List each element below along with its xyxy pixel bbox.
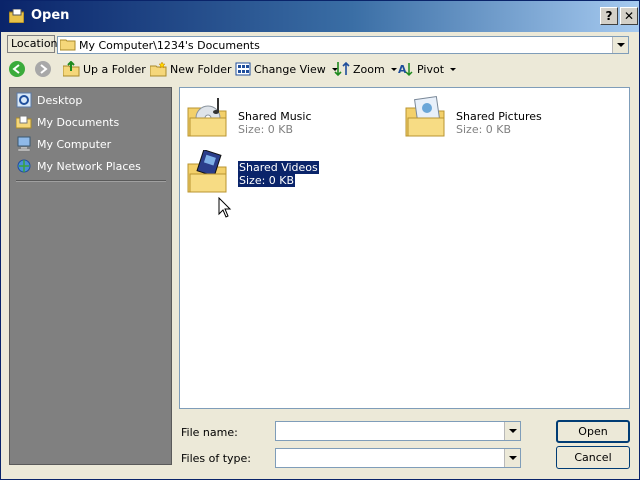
- forward-arrow-icon: [35, 61, 51, 77]
- location-combo[interactable]: My Computer\1234's Documents: [57, 36, 629, 54]
- location-label: Location: [7, 35, 58, 53]
- forward-button[interactable]: [35, 59, 51, 79]
- cancel-button[interactable]: Cancel: [556, 446, 630, 469]
- videos-folder-icon: [187, 150, 227, 193]
- up-folder-label: Up a Folder: [83, 62, 146, 76]
- title-bar[interactable]: Open ? ✕: [1, 1, 639, 32]
- sidebar-item-desktop[interactable]: Desktop: [16, 91, 82, 109]
- sidebar-item-label: Desktop: [37, 93, 83, 107]
- new-folder-icon: [150, 61, 167, 77]
- file-size: Size: 0 KB: [238, 174, 296, 187]
- pivot-label: Pivot: [417, 62, 445, 76]
- sidebar-item-label: My Network Places: [37, 159, 141, 173]
- my-documents-icon: [16, 115, 32, 129]
- file-item-shared-videos[interactable]: Shared Videos Size: 0 KB: [186, 150, 386, 198]
- location-path: My Computer\1234's Documents: [79, 39, 260, 52]
- sidebar-item-label: My Documents: [37, 115, 120, 129]
- sidebar-item-my-computer[interactable]: My Computer: [16, 135, 111, 153]
- pivot-chevron-icon: [450, 67, 457, 71]
- new-folder-button[interactable]: New Folder: [150, 59, 231, 79]
- open-dialog: Open ? ✕ Location My Computer\1234's Doc…: [0, 0, 640, 480]
- up-folder-button[interactable]: Up a Folder: [63, 59, 146, 79]
- zoom-icon: [334, 61, 350, 77]
- file-name: Shared Videos: [238, 161, 319, 174]
- file-size: Size: 0 KB: [456, 123, 512, 136]
- zoom-chevron-icon: [390, 67, 397, 71]
- window-title: Open: [31, 8, 70, 23]
- sidebar-divider: [16, 180, 166, 182]
- places-sidebar: Desktop My Documents My Computer My Netw…: [9, 87, 172, 465]
- file-size: Size: 0 KB: [238, 123, 294, 136]
- file-name-dropdown-button[interactable]: [504, 422, 520, 440]
- sidebar-item-my-documents[interactable]: My Documents: [16, 113, 119, 131]
- file-name: Shared Music: [238, 110, 312, 123]
- file-type-label: Files of type:: [181, 452, 252, 465]
- back-button[interactable]: [9, 59, 25, 79]
- pivot-icon: A: [398, 63, 413, 77]
- sidebar-item-my-network-places[interactable]: My Network Places: [16, 157, 141, 175]
- location-dropdown-button[interactable]: [612, 37, 628, 53]
- pivot-button[interactable]: A Pivot: [398, 59, 457, 79]
- file-item-shared-pictures[interactable]: Shared Pictures Size: 0 KB: [404, 94, 604, 142]
- file-type-dropdown-button[interactable]: [504, 449, 520, 467]
- open-button[interactable]: Open: [556, 420, 630, 443]
- mouse-pointer-icon: [218, 197, 232, 218]
- file-type-select[interactable]: [275, 448, 521, 468]
- sidebar-item-label: My Computer: [37, 137, 112, 151]
- up-folder-icon: [63, 61, 80, 77]
- file-name: Shared Pictures: [456, 110, 542, 123]
- pictures-folder-icon: [405, 96, 445, 137]
- file-item-shared-music[interactable]: Shared Music Size: 0 KB: [186, 94, 386, 142]
- back-arrow-icon: [9, 61, 25, 77]
- change-view-button[interactable]: Change View: [235, 59, 338, 79]
- folder-icon: [60, 39, 76, 51]
- music-folder-icon: [187, 98, 227, 137]
- toolbar: Up a Folder New Folder Change View Zoom: [1, 57, 639, 81]
- zoom-button[interactable]: Zoom: [334, 59, 397, 79]
- view-grid-icon: [235, 62, 251, 76]
- close-button[interactable]: ✕: [620, 7, 638, 25]
- file-name-input[interactable]: [275, 421, 521, 441]
- file-list[interactable]: Shared Music Size: 0 KB Shared Pictures …: [179, 87, 630, 409]
- desktop-icon: [16, 92, 32, 108]
- my-computer-icon: [17, 136, 31, 152]
- network-places-icon: [17, 159, 31, 173]
- change-view-label: Change View: [254, 62, 326, 76]
- help-button[interactable]: ?: [600, 7, 618, 25]
- app-icon: [9, 9, 24, 23]
- svg-text:A: A: [398, 63, 407, 76]
- zoom-label: Zoom: [353, 62, 385, 76]
- file-name-label: File name:: [181, 426, 238, 439]
- new-folder-label: New Folder: [170, 62, 232, 76]
